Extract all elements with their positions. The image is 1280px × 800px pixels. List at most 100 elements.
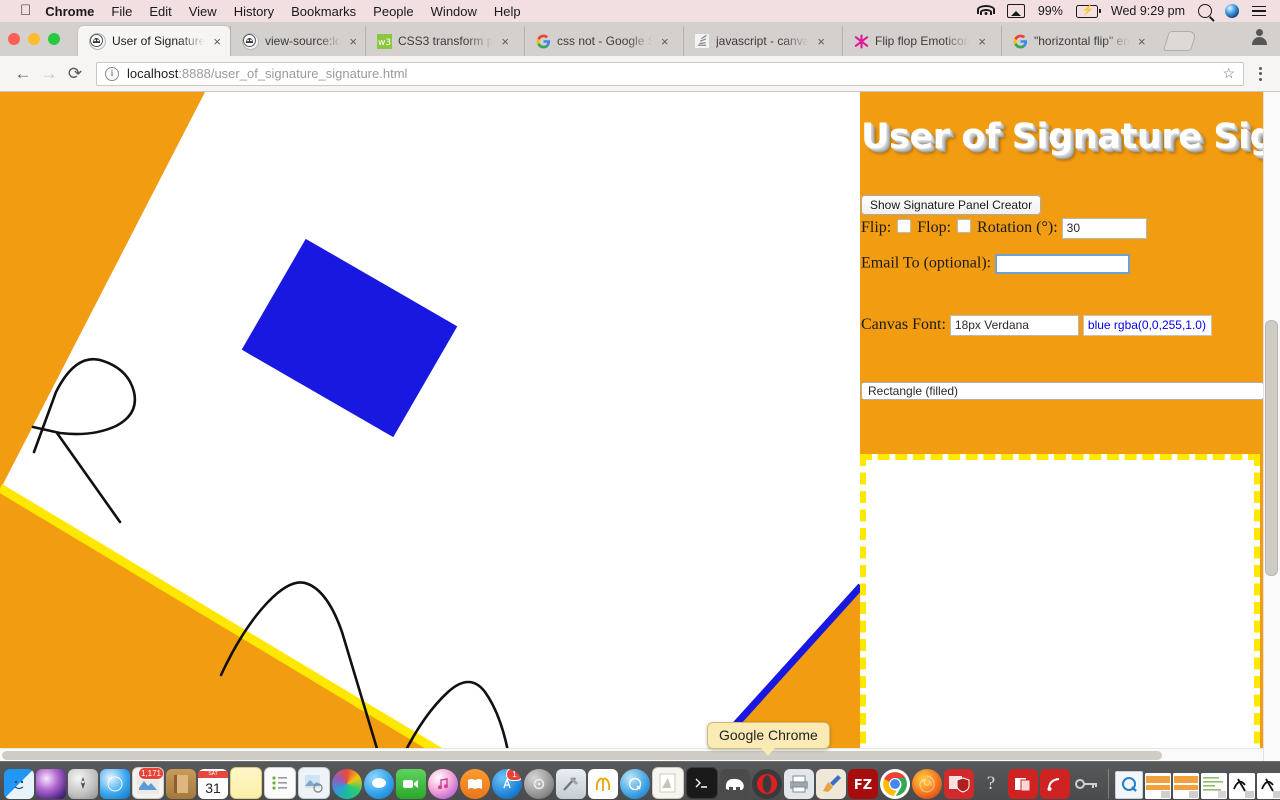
flip-checkbox[interactable] bbox=[897, 219, 912, 234]
close-tab-icon[interactable]: × bbox=[499, 33, 511, 50]
dock-item-preview[interactable] bbox=[298, 767, 330, 799]
dock-item-calendar[interactable]: SAT 31 bbox=[198, 769, 228, 799]
close-tab-icon[interactable]: × bbox=[211, 33, 223, 50]
dock-item-color-wheel[interactable] bbox=[332, 769, 362, 799]
maximize-window-button[interactable] bbox=[48, 33, 60, 45]
profile-avatar-icon[interactable] bbox=[1250, 29, 1268, 47]
siri-icon[interactable] bbox=[1225, 4, 1239, 18]
menu-item-window[interactable]: Window bbox=[431, 4, 477, 19]
dock-item-siri[interactable] bbox=[36, 769, 66, 799]
menu-item-chrome[interactable]: Chrome bbox=[45, 4, 94, 19]
reload-button[interactable]: ⟳ bbox=[62, 61, 88, 87]
minimize-window-button[interactable] bbox=[28, 33, 40, 45]
dock-item-launchpad[interactable] bbox=[68, 769, 98, 799]
flop-checkbox[interactable] bbox=[957, 219, 972, 234]
back-button[interactable]: ← bbox=[10, 61, 36, 87]
tab-user-of-signature[interactable]: User of Signature × bbox=[78, 26, 230, 56]
dock-item-virusbarrier[interactable] bbox=[944, 769, 974, 799]
tab-css3-transform[interactable]: w3 CSS3 transform p × bbox=[365, 26, 524, 56]
dock-minimized-orange-window-1[interactable] bbox=[1145, 773, 1171, 799]
dock-item-finder[interactable] bbox=[4, 769, 34, 799]
tab-flip-flop-emoticon[interactable]: Flip flop Emoticon × bbox=[842, 26, 1001, 56]
dock-item-chrome[interactable] bbox=[880, 769, 910, 799]
dock-minimized-quicktime-doc[interactable] bbox=[1115, 771, 1143, 799]
window-controls bbox=[8, 33, 60, 45]
email-input[interactable] bbox=[995, 254, 1131, 274]
dock-item-photos[interactable]: 1,171 bbox=[132, 767, 164, 799]
apple-logo-icon[interactable]:  bbox=[20, 3, 31, 18]
dock-item-notes[interactable] bbox=[230, 767, 262, 799]
dock-minimized-black-window-2[interactable] bbox=[1257, 773, 1280, 799]
canvas-font-label: Canvas Font: bbox=[861, 316, 946, 334]
tab-view-source[interactable]: view-source:localh × bbox=[230, 26, 365, 56]
menu-item-file[interactable]: File bbox=[111, 4, 132, 19]
dock-item-facetime[interactable] bbox=[396, 769, 426, 799]
dock-item-mamp-elephant[interactable] bbox=[720, 769, 750, 799]
menu-item-history[interactable]: History bbox=[234, 4, 274, 19]
signature-panel-canvas[interactable] bbox=[860, 454, 1260, 762]
dock-item-system-preferences[interactable] bbox=[524, 769, 554, 799]
dock-item-itunes[interactable] bbox=[428, 769, 458, 799]
dock-item-xcode[interactable] bbox=[556, 769, 586, 799]
dock-item-wolfram[interactable] bbox=[588, 769, 618, 799]
airplay-icon[interactable] bbox=[1006, 4, 1025, 18]
dock-minimized-code-window[interactable] bbox=[1201, 773, 1227, 799]
tab-css-not-google[interactable]: css not - Google S × bbox=[524, 26, 683, 56]
dock-item-red-feed[interactable] bbox=[1040, 769, 1070, 799]
dock-item-opera[interactable] bbox=[752, 769, 782, 799]
chrome-menu-icon[interactable] bbox=[1250, 66, 1270, 81]
dock-item-app-store-blue[interactable]: 1 bbox=[492, 769, 522, 799]
dock-item-firefox[interactable] bbox=[912, 769, 942, 799]
tab-horizontal-flip[interactable]: "horizontal flip" em × bbox=[1001, 26, 1160, 56]
dock-item-filezilla[interactable]: FZ bbox=[848, 769, 878, 799]
menu-item-bookmarks[interactable]: Bookmarks bbox=[291, 4, 356, 19]
dock-item-messages[interactable] bbox=[364, 769, 394, 799]
close-tab-icon[interactable]: × bbox=[659, 33, 671, 50]
close-tab-icon[interactable]: × bbox=[815, 33, 827, 50]
dock-item-textedit[interactable] bbox=[652, 767, 684, 799]
dock-item-safari[interactable] bbox=[100, 769, 130, 799]
shape-select[interactable]: Rectangle (filled) bbox=[861, 382, 1264, 400]
canvas-font-input[interactable]: 18px Verdana bbox=[949, 315, 1079, 336]
dock-item-reminders[interactable] bbox=[264, 767, 296, 799]
dock-item-paint-app[interactable] bbox=[816, 769, 846, 799]
dock-minimized-orange-window-2[interactable] bbox=[1173, 773, 1199, 799]
menu-item-view[interactable]: View bbox=[189, 4, 217, 19]
dock-item-key[interactable] bbox=[1072, 769, 1102, 799]
close-window-button[interactable] bbox=[8, 33, 20, 45]
site-info-icon[interactable]: i bbox=[105, 66, 119, 81]
horizontal-scrollbar-thumb[interactable] bbox=[2, 751, 1162, 760]
dock-item-quicktime[interactable] bbox=[620, 769, 650, 799]
tab-title: User of Signature bbox=[112, 34, 206, 48]
dock-minimized-black-window-1[interactable] bbox=[1229, 773, 1255, 799]
vertical-scrollbar[interactable] bbox=[1263, 92, 1280, 762]
menu-item-edit[interactable]: Edit bbox=[149, 4, 171, 19]
close-tab-icon[interactable]: × bbox=[347, 33, 359, 50]
dock-item-terminal[interactable] bbox=[686, 767, 718, 799]
menubar-clock[interactable]: Wed 9:29 pm bbox=[1111, 4, 1185, 18]
dock-item-ibooks[interactable] bbox=[460, 769, 490, 799]
menu-item-people[interactable]: People bbox=[373, 4, 413, 19]
canvas-color-input[interactable]: blue rgba(0,0,255,1.0) bbox=[1082, 315, 1212, 336]
notification-center-icon[interactable] bbox=[1252, 5, 1266, 17]
flop-label: Flop: bbox=[917, 219, 952, 237]
dock-item-red-app[interactable] bbox=[1008, 769, 1038, 799]
close-tab-icon[interactable]: × bbox=[976, 33, 988, 50]
rotation-input[interactable]: 30 bbox=[1061, 218, 1147, 239]
wifi-icon[interactable] bbox=[976, 5, 995, 17]
dock-item-printer-utility[interactable] bbox=[784, 769, 814, 799]
forward-button[interactable]: → bbox=[36, 61, 62, 87]
menu-item-help[interactable]: Help bbox=[494, 4, 521, 19]
battery-icon[interactable]: ⚡ bbox=[1075, 4, 1101, 18]
dock-item-help-question[interactable]: ? bbox=[976, 769, 1006, 799]
address-bar[interactable]: i localhost:8888/user_of_signature_signa… bbox=[96, 61, 1244, 86]
dock-item-contacts[interactable] bbox=[166, 769, 196, 799]
spotlight-search-icon[interactable] bbox=[1198, 4, 1212, 18]
tab-javascript-canvas[interactable]: javascript - canva × bbox=[683, 26, 842, 56]
vertical-scrollbar-thumb[interactable] bbox=[1265, 320, 1278, 576]
close-tab-icon[interactable]: × bbox=[1136, 33, 1148, 50]
new-tab-button[interactable] bbox=[1162, 31, 1198, 51]
show-signature-panel-creator-button[interactable]: Show Signature Panel Creator bbox=[861, 195, 1042, 215]
horizontal-scrollbar[interactable] bbox=[0, 748, 1264, 762]
bookmark-star-icon[interactable]: ☆ bbox=[1214, 65, 1235, 82]
